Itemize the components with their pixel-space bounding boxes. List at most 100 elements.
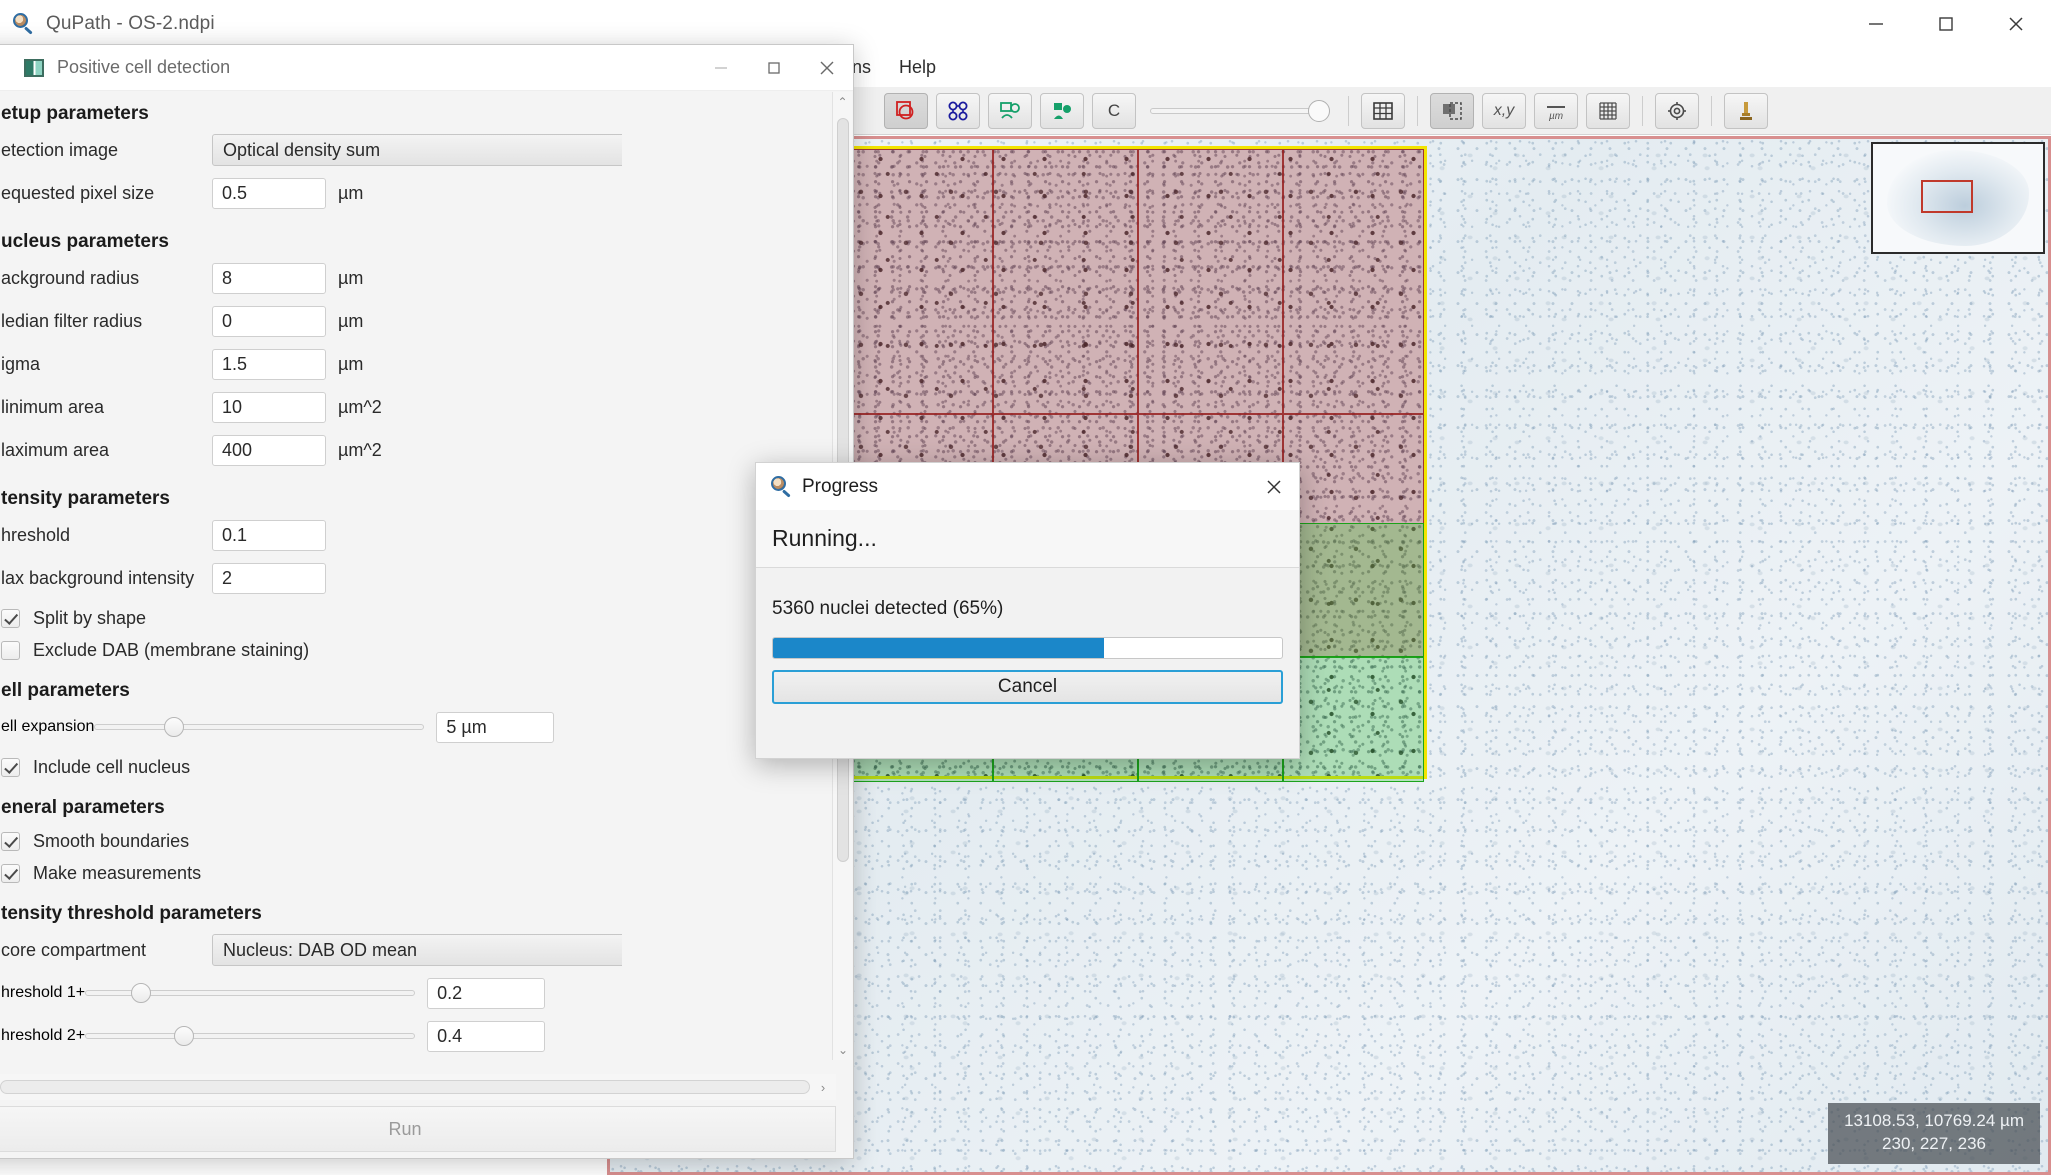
- progress-titlebar: Progress: [756, 463, 1299, 510]
- row-maximum-area: laximum area 400 µm^2: [1, 433, 622, 467]
- qupath-logo-icon: [12, 12, 34, 35]
- scroll-right-icon[interactable]: ›: [810, 1080, 836, 1095]
- cancel-button[interactable]: Cancel: [772, 670, 1283, 704]
- row-make-measurements[interactable]: Make measurements: [1, 859, 622, 888]
- minimize-button[interactable]: [1841, 0, 1911, 47]
- label-split-by-shape: Split by shape: [33, 608, 147, 628]
- maximize-button[interactable]: [1911, 0, 1981, 47]
- cursor-location-overlay: 13108.53, 10769.24 µm 230, 227, 236: [1828, 1103, 2040, 1164]
- input-threshold-2plus-value[interactable]: 0.4: [427, 1020, 546, 1052]
- label-make-measurements: Make measurements: [33, 863, 202, 883]
- checkbox-include-cell-nucleus[interactable]: [1, 758, 20, 777]
- window-controls: [1841, 0, 2051, 47]
- input-threshold[interactable]: 0.1: [212, 519, 326, 551]
- fill-annotations-toggle[interactable]: [1040, 92, 1084, 129]
- checkbox-split-by-shape[interactable]: [1, 609, 20, 628]
- input-median-filter-radius[interactable]: 0: [212, 305, 326, 337]
- toolbar-divider-3: [1642, 95, 1643, 126]
- slider-threshold-1plus[interactable]: [85, 983, 416, 1003]
- show-classification-toggle[interactable]: C: [1092, 92, 1136, 129]
- scroll-up-icon[interactable]: ⌃: [833, 92, 852, 112]
- row-exclude-dab[interactable]: Exclude DAB (membrane staining): [1, 636, 622, 665]
- row-cell-expansion: ell expansion 5 µm: [1, 710, 622, 744]
- preferences-button[interactable]: [1655, 92, 1699, 129]
- tile-row1-col2: [848, 149, 993, 414]
- input-requested-pixel-size[interactable]: 0.5: [212, 177, 326, 209]
- checkbox-smooth-boundaries[interactable]: [1, 832, 20, 851]
- input-maximum-area[interactable]: 400: [212, 434, 326, 466]
- label-median-filter-radius: ledian filter radius: [1, 310, 143, 331]
- run-button[interactable]: Run: [0, 1106, 836, 1152]
- show-scalebar-toggle[interactable]: µm: [1534, 92, 1578, 129]
- opacity-slider[interactable]: [1150, 93, 1330, 129]
- input-threshold-1plus-value[interactable]: 0.2: [427, 977, 546, 1009]
- row-threshold-2plus: hreshold 2+ 0.4: [1, 1019, 622, 1053]
- tile-row3-col5: [1283, 657, 1424, 782]
- input-sigma[interactable]: 1.5: [212, 348, 326, 380]
- dialog-close-button[interactable]: [800, 45, 853, 91]
- tile-row2b-col5: [1283, 523, 1424, 657]
- input-background-radius[interactable]: 8: [212, 262, 326, 294]
- row-minimum-area: linimum area 10 µm^2: [1, 390, 622, 424]
- row-sigma: igma 1.5 µm: [1, 347, 622, 381]
- input-minimum-area[interactable]: 10: [212, 391, 326, 423]
- close-button[interactable]: [1981, 0, 2051, 47]
- thumbnail-viewport-rect[interactable]: [1920, 179, 1974, 214]
- section-intensity-parameters: tensity parameters: [1, 488, 170, 509]
- dialog-minimize-button[interactable]: [694, 45, 747, 91]
- show-location-toggle[interactable]: x,y: [1482, 92, 1526, 129]
- label-exclude-dab: Exclude DAB (membrane staining): [33, 640, 310, 660]
- dialog-titlebar: Positive cell detection: [0, 45, 853, 91]
- row-background-radius: ackground radius 8 µm: [1, 261, 622, 295]
- progress-bar: [772, 637, 1283, 659]
- brightness-contrast-button[interactable]: [1724, 92, 1768, 129]
- label-threshold: hreshold: [1, 524, 71, 545]
- label-maximum-area: laximum area: [1, 439, 110, 460]
- section-cell-parameters: ell parameters: [1, 680, 130, 701]
- menu-help[interactable]: Help: [885, 55, 950, 80]
- slider-threshold-2plus[interactable]: [85, 1026, 416, 1046]
- row-include-cell-nucleus[interactable]: Include cell nucleus: [1, 753, 622, 782]
- unit-minimum-area: µm^2: [338, 396, 382, 417]
- horizontal-scroll-thumb[interactable]: [0, 1080, 810, 1094]
- show-measurements-table[interactable]: [1361, 92, 1405, 129]
- combo-detection-image[interactable]: Optical density sum: [212, 134, 622, 166]
- checkbox-make-measurements[interactable]: [1, 864, 20, 883]
- progress-heading: Running...: [756, 510, 1299, 568]
- label-background-radius: ackground radius: [1, 267, 140, 288]
- section-intensity-threshold-parameters: tensity threshold parameters: [1, 903, 262, 924]
- row-detection-image: etection image Optical density sum: [1, 133, 622, 167]
- row-max-background-intensity: lax background intensity 2: [1, 561, 622, 595]
- points-tool[interactable]: [936, 92, 980, 129]
- toolbar-divider-4: [1711, 95, 1712, 126]
- progress-title: Progress: [802, 475, 879, 497]
- row-split-by-shape[interactable]: Split by shape: [1, 604, 622, 633]
- scroll-down-icon[interactable]: ⌄: [833, 1040, 853, 1060]
- dialog-maximize-button[interactable]: [747, 45, 800, 91]
- show-grid-toggle[interactable]: [1586, 92, 1630, 129]
- slider-cell-expansion[interactable]: [94, 717, 425, 737]
- show-annotations-toggle[interactable]: [988, 92, 1032, 129]
- label-minimum-area: linimum area: [1, 396, 105, 417]
- toolbar-divider-2: [1417, 95, 1418, 126]
- input-max-background-intensity[interactable]: 2: [212, 562, 326, 594]
- dialog-window-controls: [694, 45, 853, 91]
- row-smooth-boundaries[interactable]: Smooth boundaries: [1, 827, 622, 856]
- pixel-rgb-value: 230, 227, 236: [1882, 1133, 1987, 1153]
- unit-sigma: µm: [338, 353, 364, 374]
- progress-close-button[interactable]: [1249, 463, 1299, 510]
- label-cell-expansion: ell expansion: [1, 718, 95, 735]
- input-cell-expansion-value[interactable]: 5 µm: [436, 711, 555, 743]
- overview-thumbnail[interactable]: [1871, 142, 2045, 254]
- unit-median-filter-radius: µm: [338, 310, 364, 331]
- show-overview-toggle[interactable]: [1430, 92, 1474, 129]
- brush-annotation-tool[interactable]: [884, 92, 928, 129]
- combo-score-compartment[interactable]: Nucleus: DAB OD mean: [212, 934, 622, 966]
- progress-dialog: Progress Running... 5360 nuclei detected…: [755, 462, 1300, 759]
- checkbox-exclude-dab[interactable]: [1, 641, 20, 660]
- dialog-horizontal-scrollbar[interactable]: ‹ ›: [0, 1074, 836, 1100]
- app-titlebar: QuPath - OS-2.ndpi: [0, 0, 2051, 47]
- tile-row1-col3: [993, 149, 1138, 414]
- label-detection-image: etection image: [1, 139, 119, 160]
- dialog-title: Positive cell detection: [57, 57, 231, 77]
